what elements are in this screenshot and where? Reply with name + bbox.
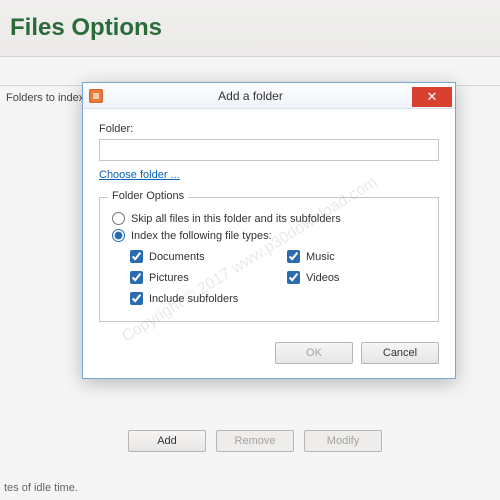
check-videos-row[interactable]: Videos — [287, 271, 426, 284]
check-documents-row[interactable]: Documents — [130, 250, 269, 263]
filetype-checks: Documents Music Pictures Videos — [130, 246, 426, 309]
radio-skip-label: Skip all files in this folder and its su… — [131, 213, 341, 225]
folder-input[interactable] — [99, 139, 439, 161]
radio-index-row[interactable]: Index the following file types: — [112, 229, 426, 242]
dialog-footer: OK Cancel — [83, 332, 455, 378]
choose-folder-link[interactable]: Choose folder ... — [99, 169, 180, 181]
check-include-subfolders-row[interactable]: Include subfolders — [130, 292, 426, 305]
dialog-titlebar[interactable]: Add a folder ✕ — [83, 83, 455, 109]
folder-options-group: Folder Options Skip all files in this fo… — [99, 197, 439, 322]
dialog-app-icon — [89, 89, 103, 103]
ok-button: OK — [275, 342, 353, 364]
cancel-button[interactable]: Cancel — [361, 342, 439, 364]
check-music-label: Music — [306, 251, 335, 263]
close-icon[interactable]: ✕ — [412, 87, 452, 107]
check-include-subfolders-label: Include subfolders — [149, 293, 238, 305]
radio-skip-row[interactable]: Skip all files in this folder and its su… — [112, 212, 426, 225]
check-pictures-row[interactable]: Pictures — [130, 271, 269, 284]
check-documents-label: Documents — [149, 251, 205, 263]
radio-skip[interactable] — [112, 212, 125, 225]
check-include-subfolders[interactable] — [130, 292, 143, 305]
check-videos[interactable] — [287, 271, 300, 284]
folder-options-legend: Folder Options — [108, 190, 188, 202]
radio-index[interactable] — [112, 229, 125, 242]
folder-label: Folder: — [99, 123, 439, 135]
add-folder-dialog: Add a folder ✕ Folder: Choose folder ...… — [82, 82, 456, 379]
check-music-row[interactable]: Music — [287, 250, 426, 263]
check-music[interactable] — [287, 250, 300, 263]
dialog-body: Folder: Choose folder ... Folder Options… — [83, 109, 455, 332]
modal-overlay: Add a folder ✕ Folder: Choose folder ...… — [0, 0, 500, 500]
check-videos-label: Videos — [306, 272, 339, 284]
radio-index-label: Index the following file types: — [131, 230, 272, 242]
check-pictures-label: Pictures — [149, 272, 189, 284]
check-pictures[interactable] — [130, 271, 143, 284]
dialog-title: Add a folder — [89, 89, 412, 103]
check-documents[interactable] — [130, 250, 143, 263]
